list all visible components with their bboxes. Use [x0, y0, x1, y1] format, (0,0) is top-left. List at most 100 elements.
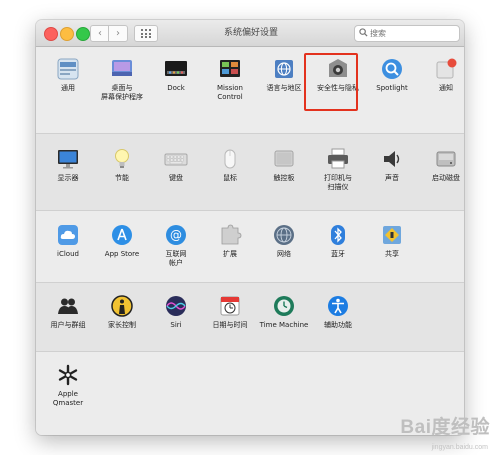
pref-sound[interactable]: 声音 [364, 147, 420, 183]
pref-general[interactable]: 通用 [40, 57, 96, 93]
keyboard-icon [164, 153, 188, 166]
pref-label: 显示器 [57, 174, 79, 182]
energy-saver-icon [115, 149, 129, 168]
search-field[interactable] [354, 25, 460, 42]
svg-text:@: @ [170, 228, 182, 242]
sharing-icon [383, 226, 401, 244]
apple-qmaster-icon [58, 364, 78, 386]
parental-controls-icon [111, 295, 133, 317]
bluetooth-icon [331, 225, 345, 245]
pref-label: 扩展 [223, 250, 237, 258]
pref-bluetooth[interactable]: 蓝牙 [310, 223, 366, 259]
pref-label: 日期与时间 [212, 321, 248, 329]
trackpad-icon [274, 150, 294, 167]
desktop-screensaver-icon [112, 60, 132, 76]
extensions-icon [221, 224, 242, 245]
pref-label: 鼠标 [223, 174, 237, 182]
pref-displays[interactable]: 显示器 [40, 147, 96, 183]
time-machine-icon [274, 296, 294, 316]
pref-icloud[interactable]: iCloud [40, 223, 96, 259]
pref-label: 桌面与 屏幕保护程序 [101, 84, 143, 101]
forward-button[interactable]: › [108, 25, 128, 42]
search-icon [359, 28, 368, 37]
pref-label: 启动磁盘 [432, 174, 460, 182]
pref-label: Siri [170, 321, 182, 329]
pref-startup-disk[interactable]: 启动磁盘 [418, 147, 464, 183]
date-time-icon [220, 296, 240, 316]
printer-scanner-icon [328, 148, 348, 169]
pref-energy-saver[interactable]: 节能 [94, 147, 150, 183]
spotlight-icon [382, 59, 402, 79]
users-groups-icon [58, 298, 78, 314]
pref-label: 声音 [385, 174, 399, 182]
search-input[interactable] [370, 27, 454, 39]
watermark-logo: Bai度经验 [400, 417, 490, 438]
displays-icon [58, 150, 78, 169]
pref-internet-accounts[interactable]: @ 互联网 帐户 [148, 223, 204, 267]
minimize-button[interactable] [60, 27, 74, 41]
pref-label: Time Machine [259, 321, 309, 329]
pref-label: 打印机与 扫描仪 [324, 174, 352, 191]
highlight-box [304, 53, 358, 111]
pref-label: 辅助功能 [324, 321, 352, 329]
pref-users-groups[interactable]: 用户与群组 [40, 294, 96, 330]
pref-apple-qmaster[interactable]: Apple Qmaster [40, 363, 96, 407]
pref-printers-scanners[interactable]: 打印机与 扫描仪 [310, 147, 366, 191]
title-bar: ‹ › 系统偏好设置 [36, 20, 464, 47]
pref-date-time[interactable]: 日期与时间 [202, 294, 258, 330]
dock-icon [165, 61, 187, 76]
pref-label: 键盘 [169, 174, 183, 182]
startup-disk-icon [436, 151, 456, 167]
pref-siri[interactable]: Siri [148, 294, 204, 330]
pref-time-machine[interactable]: Time Machine [256, 294, 312, 330]
pref-label: 共享 [385, 250, 399, 258]
pref-label: 网络 [277, 250, 291, 258]
pref-label: 互联网 帐户 [165, 250, 187, 267]
pref-label: 通知 [439, 84, 453, 92]
pref-network[interactable]: 网络 [256, 223, 312, 259]
pref-label: Apple Qmaster [52, 390, 84, 407]
close-button[interactable] [44, 27, 58, 41]
pref-desktop-screensaver[interactable]: 桌面与 屏幕保护程序 [94, 57, 150, 101]
pref-trackpad[interactable]: 触控板 [256, 147, 312, 183]
window-title: 系统偏好设置 [223, 28, 278, 38]
mission-control-icon [220, 60, 240, 77]
accessibility-icon [328, 296, 348, 316]
pref-label: 家长控制 [108, 321, 136, 329]
sound-icon [384, 151, 400, 167]
pref-label: App Store [104, 250, 140, 258]
notifications-icon [436, 58, 457, 79]
pref-keyboard[interactable]: 键盘 [148, 147, 204, 183]
pref-label: iCloud [57, 250, 79, 258]
pref-notifications[interactable]: 通知 [418, 57, 464, 93]
zoom-button[interactable] [76, 27, 90, 41]
mouse-icon [224, 149, 236, 169]
pref-dock[interactable]: Dock [148, 57, 204, 93]
pref-spotlight[interactable]: Spotlight [364, 57, 420, 93]
pref-label: Dock [167, 84, 185, 92]
pref-sharing[interactable]: 共享 [364, 223, 420, 259]
pref-label: 用户与群组 [50, 321, 86, 329]
watermark-url: jingyan.baidu.com [431, 444, 488, 451]
pref-app-store[interactable]: App Store [94, 223, 150, 259]
pref-parental-controls[interactable]: 家长控制 [94, 294, 150, 330]
siri-icon [166, 296, 186, 316]
internet-accounts-icon: @ [166, 225, 186, 245]
pref-label: 节能 [115, 174, 129, 182]
pref-label: 蓝牙 [331, 250, 345, 258]
pref-mission-control[interactable]: Mission Control [202, 57, 258, 101]
general-icon [57, 58, 79, 80]
icloud-icon [58, 225, 78, 245]
pref-mouse[interactable]: 鼠标 [202, 147, 258, 183]
show-all-button[interactable] [134, 25, 158, 42]
pref-label: 触控板 [273, 174, 295, 182]
pref-label: Spotlight [376, 84, 408, 92]
back-button[interactable]: ‹ [90, 25, 110, 42]
app-store-icon [112, 225, 132, 245]
pref-label: 通用 [61, 84, 75, 92]
pref-label: Mission Control [217, 84, 243, 101]
pref-extensions[interactable]: 扩展 [202, 223, 258, 259]
network-icon [274, 225, 294, 245]
language-region-icon [275, 60, 293, 78]
pref-accessibility[interactable]: 辅助功能 [310, 294, 366, 330]
